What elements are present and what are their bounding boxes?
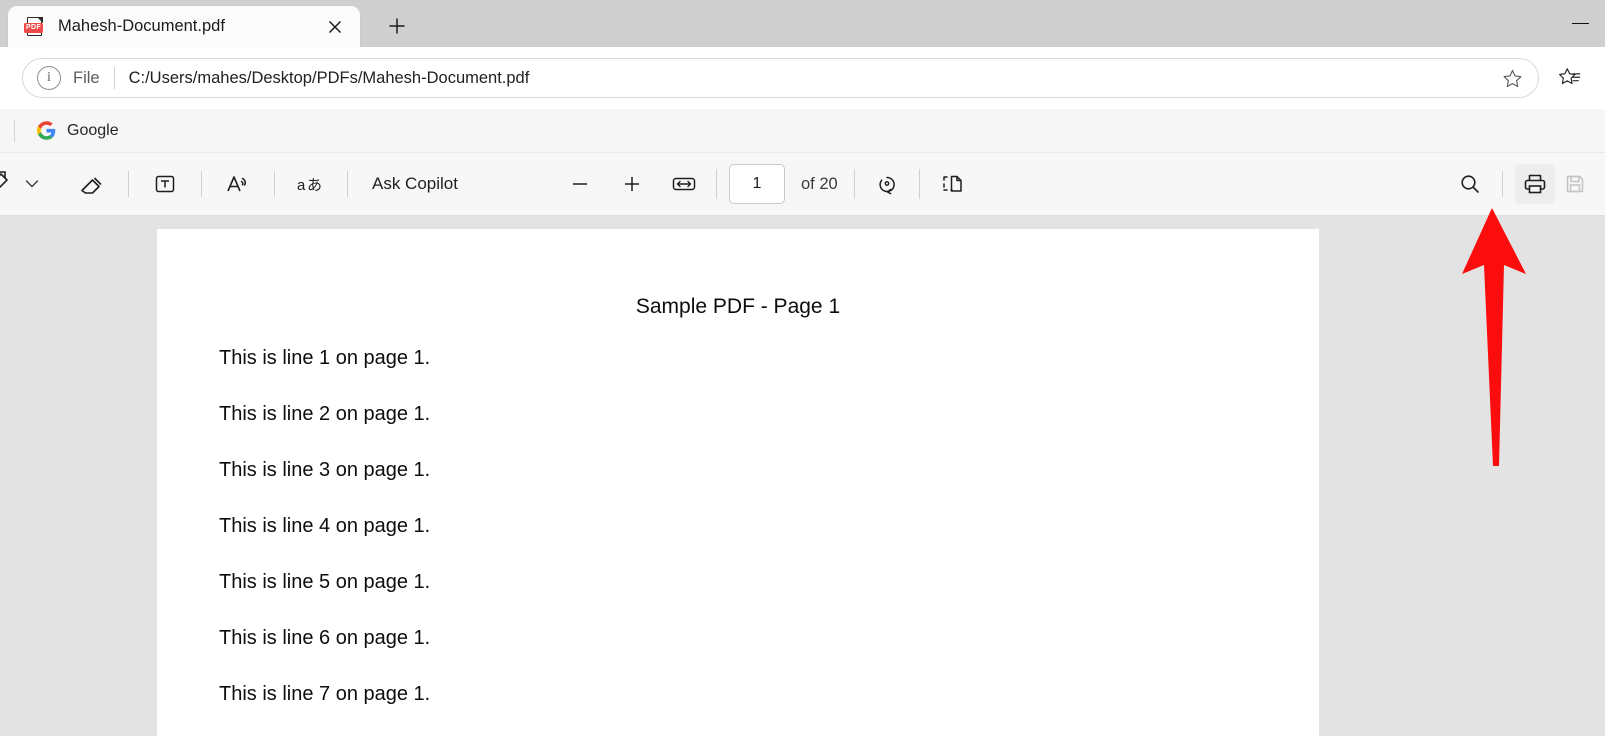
google-icon: [37, 121, 56, 140]
divider: [1502, 171, 1503, 197]
bookmark-google[interactable]: Google: [29, 116, 127, 146]
browser-tab[interactable]: PDF Mahesh-Document.pdf: [8, 6, 360, 47]
page-layout-icon[interactable]: [932, 164, 972, 204]
window-controls: [1555, 0, 1605, 47]
svg-text:あ: あ: [307, 176, 322, 194]
chevron-down-icon[interactable]: [14, 164, 50, 204]
divider: [113, 67, 115, 89]
document-line: This is line 4 on page 1.: [219, 515, 431, 537]
page-navigation-group: 1 of 20: [560, 164, 972, 204]
bookmarks-bar: Google: [0, 109, 1605, 153]
divider: [918, 169, 920, 199]
pdf-toolbar: a あ Ask Copilot 1 of 20: [0, 153, 1605, 216]
highlighter-icon[interactable]: [0, 164, 14, 204]
minimize-icon: [1571, 22, 1589, 25]
pdf-file-icon: PDF: [24, 16, 46, 38]
divider: [201, 171, 202, 197]
divider: [14, 119, 15, 142]
scheme-label: File: [73, 68, 100, 87]
read-aloud-icon[interactable]: [214, 164, 262, 204]
eraser-icon[interactable]: [68, 164, 116, 204]
pdf-badge-label: PDF: [24, 22, 43, 33]
pdf-viewer: Sample PDF - Page 1 This is line 1 on pa…: [0, 216, 1605, 736]
print-icon: [1524, 174, 1546, 194]
translate-icon[interactable]: a あ: [287, 164, 335, 204]
document-line: This is line 6 on page 1.: [219, 627, 431, 649]
tab-title: Mahesh-Document.pdf: [58, 17, 225, 35]
save-icon: [1566, 175, 1584, 193]
document-line: This is line 7 on page 1.: [219, 683, 431, 705]
navigation-bar: i File C:/Users/mahes/Desktop/PDFs/Mahes…: [0, 47, 1605, 109]
page-number-input[interactable]: 1: [729, 164, 785, 204]
fit-width-icon[interactable]: [664, 164, 704, 204]
page-total-label: of 20: [801, 174, 838, 193]
document-body: This is line 1 on page 1. This is line 2…: [157, 347, 1319, 706]
rotate-icon[interactable]: [867, 164, 907, 204]
ask-copilot-button[interactable]: Ask Copilot: [360, 166, 470, 202]
svg-text:a: a: [297, 177, 306, 194]
favorites-star-icon[interactable]: [1549, 57, 1591, 99]
search-icon[interactable]: [1450, 164, 1490, 204]
star-outline-icon[interactable]: [1496, 62, 1528, 94]
toolbar-right-group: [1450, 164, 1595, 204]
document-title: Sample PDF - Page 1: [635, 295, 841, 318]
address-bar[interactable]: i File C:/Users/mahes/Desktop/PDFs/Mahes…: [22, 58, 1539, 98]
bookmark-label: Google: [67, 121, 119, 139]
minimize-button[interactable]: [1555, 0, 1605, 47]
document-line: This is line 5 on page 1.: [219, 571, 431, 593]
document-line: This is line 3 on page 1.: [219, 459, 431, 481]
divider: [347, 171, 348, 197]
text-box-icon[interactable]: [141, 164, 189, 204]
divider: [128, 171, 129, 197]
divider: [853, 169, 855, 199]
document-line: This is line 1 on page 1.: [219, 347, 431, 369]
document-line: This is line 2 on page 1.: [219, 403, 431, 425]
divider: [274, 171, 275, 197]
zoom-in-button[interactable]: [612, 164, 652, 204]
zoom-out-button[interactable]: [560, 164, 600, 204]
print-button[interactable]: [1515, 164, 1555, 204]
plus-icon: [389, 18, 405, 34]
close-icon[interactable]: [320, 12, 350, 42]
pdf-page: Sample PDF - Page 1 This is line 1 on pa…: [157, 229, 1319, 736]
new-tab-button[interactable]: [378, 7, 416, 45]
annotation-tools: a あ Ask Copilot: [0, 164, 470, 204]
divider: [716, 169, 717, 199]
tab-strip: PDF Mahesh-Document.pdf: [0, 0, 1605, 47]
save-button[interactable]: [1555, 164, 1595, 204]
url-text[interactable]: C:/Users/mahes/Desktop/PDFs/Mahesh-Docum…: [129, 69, 1496, 88]
info-circle-icon[interactable]: i: [37, 66, 61, 90]
